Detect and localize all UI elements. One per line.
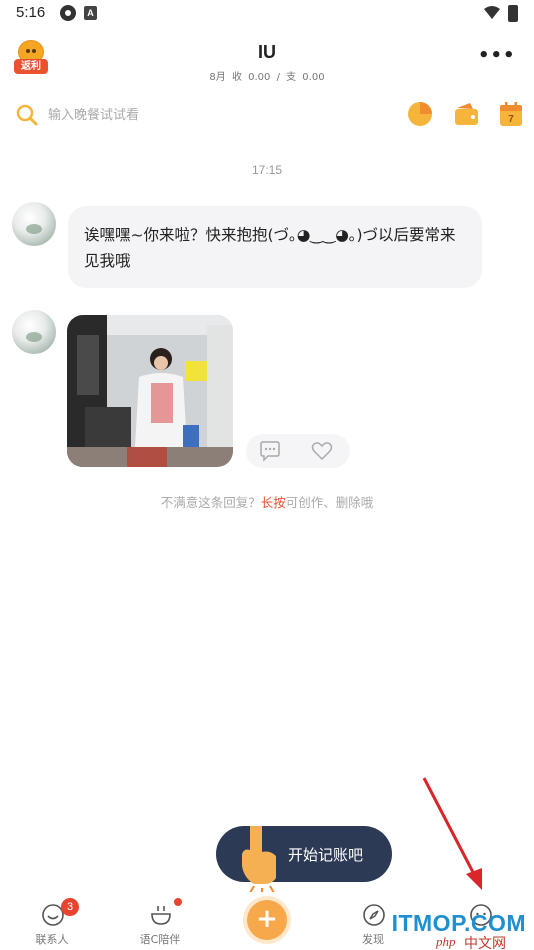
search-icon[interactable] — [16, 104, 38, 126]
photo-image — [67, 315, 233, 467]
hint-before: 不满意这条回复？ — [160, 495, 261, 510]
tooltip-label: 开始记账吧 — [288, 846, 364, 864]
plus-icon: + — [256, 904, 278, 934]
notification-a-icon: A — [84, 6, 97, 20]
header: 返利 IU 8月 收 0.00 / 支 0.00 ••• — [0, 36, 534, 86]
search-bar: 7 — [0, 94, 534, 136]
nav-item-companion[interactable]: 语C陪伴 — [120, 892, 200, 950]
hint-text: 不满意这条回复？长按可创作、删除哦 — [0, 492, 534, 511]
wifi-icon — [484, 6, 500, 19]
pie-chart-icon[interactable] — [406, 100, 434, 128]
companion-dot — [174, 898, 182, 906]
avatar[interactable] — [12, 310, 56, 354]
pointing-hand-icon — [242, 826, 276, 896]
comment-icon[interactable] — [258, 440, 282, 462]
watermark-sub: php — [436, 934, 456, 949]
status-time: 5:16 — [16, 4, 46, 21]
hint-long-press: 长按 — [260, 495, 286, 510]
annotation-arrow-icon — [422, 777, 482, 890]
photo-message[interactable] — [67, 315, 233, 467]
nav-label: 联系人 — [35, 933, 69, 946]
wallet-icon[interactable] — [452, 100, 480, 128]
watermark-cn: 中文网 — [464, 936, 506, 950]
monthly-summary: 8月 收 0.00 / 支 0.00 — [209, 72, 325, 83]
bowl-icon — [151, 906, 171, 925]
page-title: IU — [258, 42, 276, 62]
chat-timestamp: 17:15 — [251, 163, 283, 177]
reply-actions — [246, 434, 350, 468]
system-app-icon — [60, 5, 76, 21]
more-dots-icon: ••• — [478, 45, 516, 66]
add-record-button[interactable]: + — [247, 900, 287, 940]
status-bar: 5:16 A — [0, 0, 534, 28]
more-button[interactable]: ••• — [478, 46, 515, 66]
search-input[interactable] — [48, 104, 348, 126]
nav-label: 语C陪伴 — [139, 933, 181, 946]
hint-after: 可创作、删除哦 — [285, 495, 374, 510]
start-bookkeeping-tooltip[interactable]: 开始记账吧 — [216, 826, 392, 896]
avatar[interactable] — [12, 202, 56, 246]
svg-text:7: 7 — [508, 114, 514, 125]
nav-item-contacts[interactable]: 3 联系人 — [12, 892, 92, 950]
contacts-badge: 3 — [61, 898, 79, 916]
message-bubble[interactable]: 诶嘿嘿~你来啦？快来抱抱(づ｡◕‿‿◕｡)づ以后要常来见我哦 — [68, 206, 482, 288]
calendar-icon[interactable]: 7 — [497, 100, 525, 128]
watermark: ITMOP.COM php 中文网 — [392, 908, 534, 950]
compass-icon — [363, 904, 385, 926]
battery-icon — [508, 5, 518, 22]
like-icon[interactable] — [310, 440, 334, 462]
